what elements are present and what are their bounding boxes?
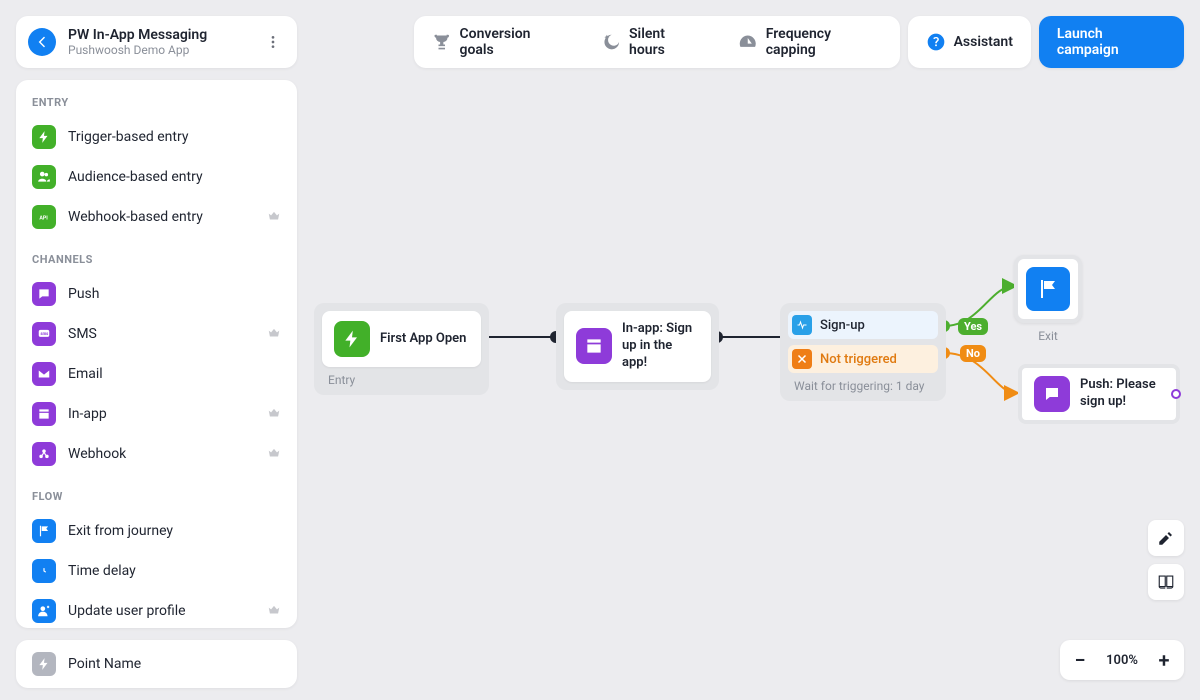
flag-icon <box>1026 267 1070 311</box>
book-icon <box>1157 573 1175 591</box>
journey-canvas[interactable]: First App Open Entry In-app: Sign up in … <box>0 0 1200 700</box>
pencil-list-icon <box>1157 529 1175 547</box>
zoom-value: 100% <box>1100 653 1144 668</box>
close-icon <box>792 349 812 369</box>
zoom-control: − 100% + <box>1060 640 1184 680</box>
inapp-node[interactable]: In-app: Sign up in the app! <box>556 303 719 390</box>
branch-yes-chip: Yes <box>958 318 988 335</box>
entry-node[interactable]: First App Open Entry <box>314 303 489 395</box>
zoom-out-button[interactable]: − <box>1060 640 1100 680</box>
branch-yes-label: Sign-up <box>820 318 865 333</box>
push-node-output-port[interactable] <box>1171 389 1181 399</box>
chat-icon <box>1034 376 1070 412</box>
push-node[interactable]: Push: Please sign up! <box>1018 364 1180 424</box>
pulse-icon <box>792 315 812 335</box>
branch-caption: Wait for triggering: 1 day <box>788 379 938 393</box>
push-node-label: Push: Please sign up! <box>1080 377 1164 411</box>
entry-node-label: First App Open <box>380 331 466 348</box>
docs-tool-button[interactable] <box>1148 564 1184 600</box>
canvas-tools <box>1148 520 1184 600</box>
exit-node[interactable]: Exit <box>1014 255 1082 343</box>
exit-label: Exit <box>1014 329 1082 343</box>
branch-no-row[interactable]: Not triggered <box>788 345 938 373</box>
edit-tool-button[interactable] <box>1148 520 1184 556</box>
entry-caption: Entry <box>322 373 481 387</box>
bolt-icon <box>334 321 370 357</box>
zoom-in-button[interactable]: + <box>1144 640 1184 680</box>
inapp-icon <box>576 328 612 364</box>
branch-yes-row[interactable]: Sign-up <box>788 311 938 339</box>
branch-no-label: Not triggered <box>820 352 897 367</box>
branch-no-chip: No <box>960 345 986 362</box>
inapp-node-label: In-app: Sign up in the app! <box>622 321 699 372</box>
branch-node[interactable]: Sign-up Not triggered Wait for triggerin… <box>780 303 946 401</box>
